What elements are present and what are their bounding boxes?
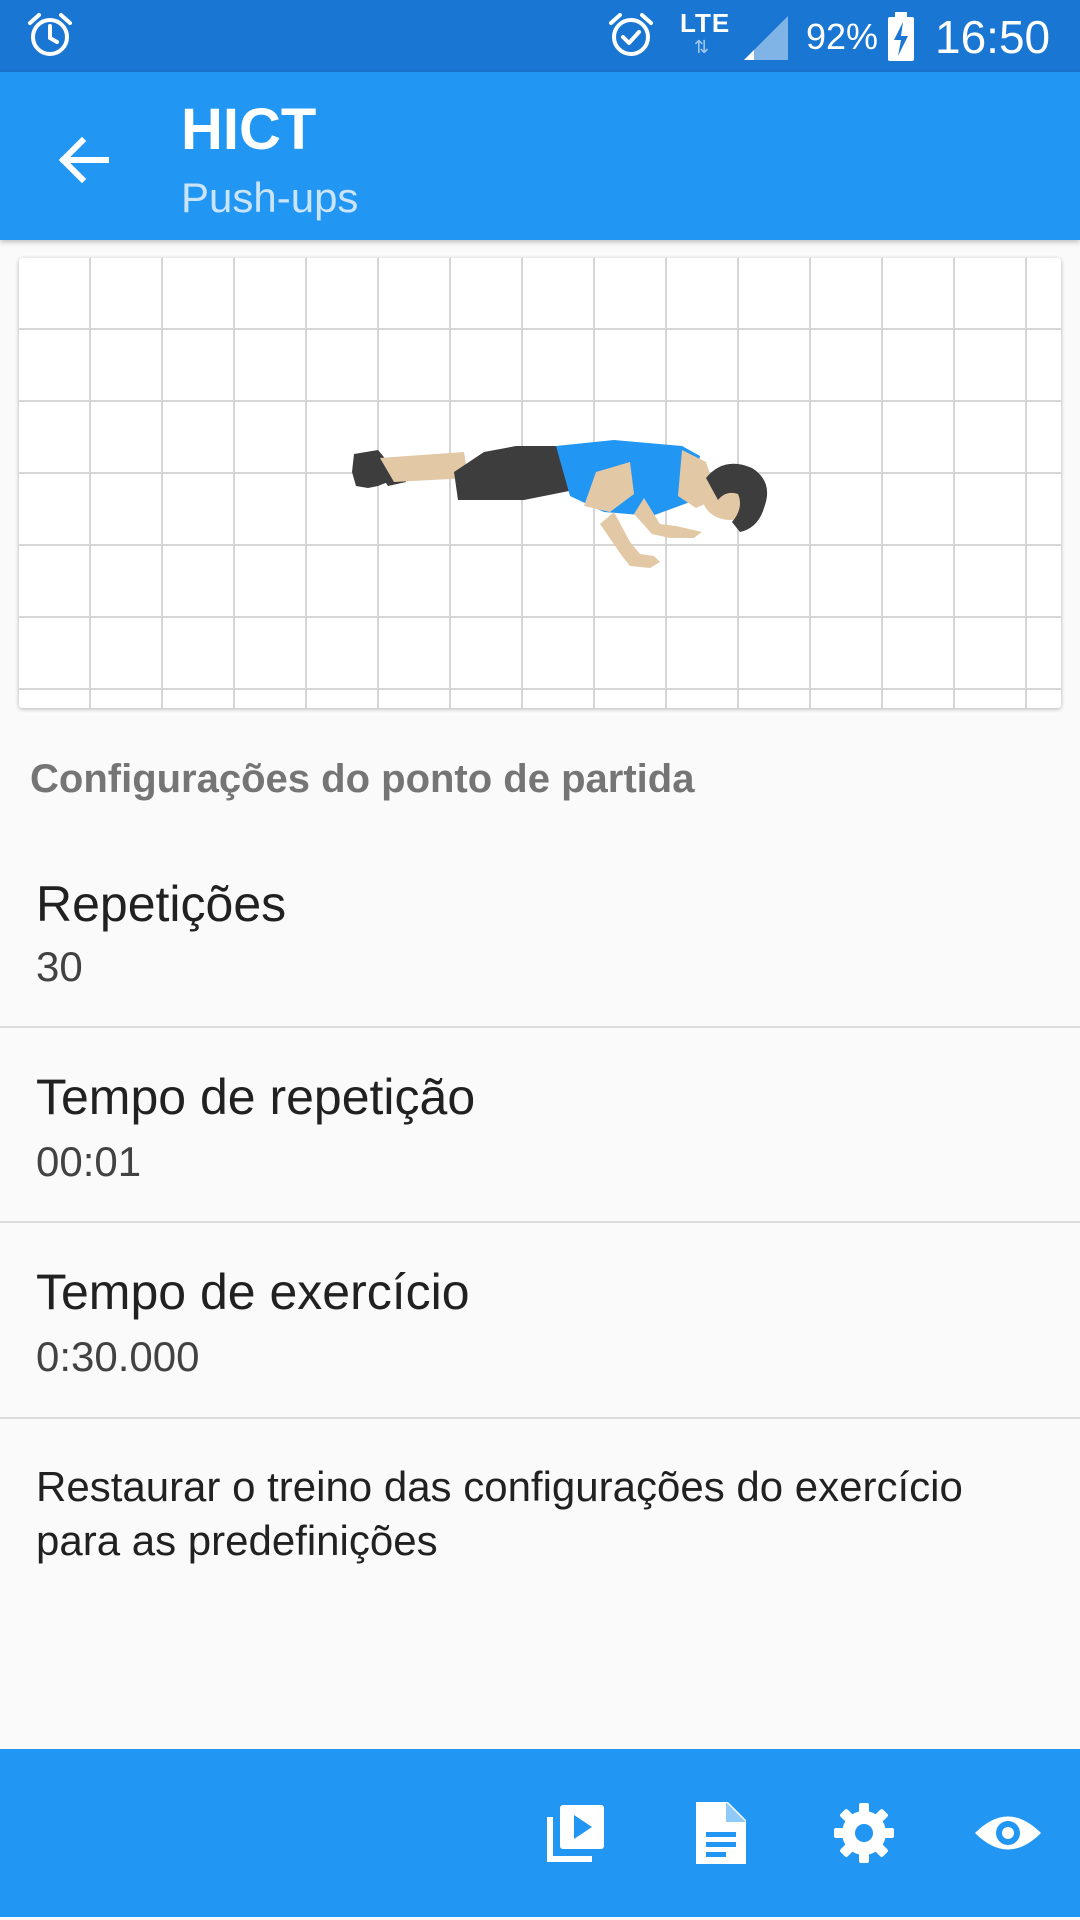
lte-icon: LTE ⇅ (680, 8, 732, 64)
bottom-toolbar (0, 1749, 1080, 1917)
exercise-image-card (19, 258, 1061, 708)
exercise-time-setting[interactable]: Tempo de exercício 0:30.000 (0, 1223, 1080, 1419)
back-button[interactable] (46, 122, 122, 198)
alarm-check-icon (607, 11, 655, 64)
repetitions-label: Repetições (36, 876, 287, 932)
network-type: LTE (680, 8, 731, 38)
repetitions-value: 30 (36, 943, 83, 990)
eye-icon (975, 1816, 1041, 1850)
section-header: Configurações do ponto de partida (30, 757, 695, 801)
repetitions-setting[interactable]: Repetições 30 (0, 845, 1080, 1028)
battery-charging-icon (886, 12, 916, 67)
data-arrows-icon: ⇅ (694, 37, 710, 57)
exercise-time-label: Tempo de exercício (36, 1264, 470, 1320)
document-icon (696, 1802, 746, 1864)
battery-percent: 92% (806, 16, 879, 57)
status-bar: LTE ⇅ 92% 16:50 (0, 0, 1080, 72)
app-bar: HICT Push-ups (0, 72, 1080, 240)
arrow-back-icon (58, 136, 109, 184)
clock: 16:50 (935, 11, 1051, 63)
preview-button[interactable] (968, 1793, 1048, 1873)
exercise-subtitle: Push-ups (181, 174, 359, 221)
repetition-time-value: 00:01 (36, 1138, 142, 1185)
restore-defaults-item[interactable]: Restaurar o treino das configurações do … (36, 1460, 1046, 1568)
push-up-figure (352, 440, 768, 568)
app-title: HICT (181, 97, 317, 162)
video-library-button[interactable] (536, 1793, 616, 1873)
alarm-icon (26, 11, 74, 64)
document-button[interactable] (680, 1793, 760, 1873)
gear-icon (834, 1803, 894, 1863)
video-library-icon (547, 1805, 604, 1862)
repetition-time-label: Tempo de repetição (36, 1069, 476, 1125)
repetition-time-setting[interactable]: Tempo de repetição 00:01 (0, 1028, 1080, 1223)
signal-icon (740, 14, 790, 67)
exercise-time-value: 0:30.000 (36, 1333, 200, 1380)
settings-button[interactable] (824, 1793, 904, 1873)
